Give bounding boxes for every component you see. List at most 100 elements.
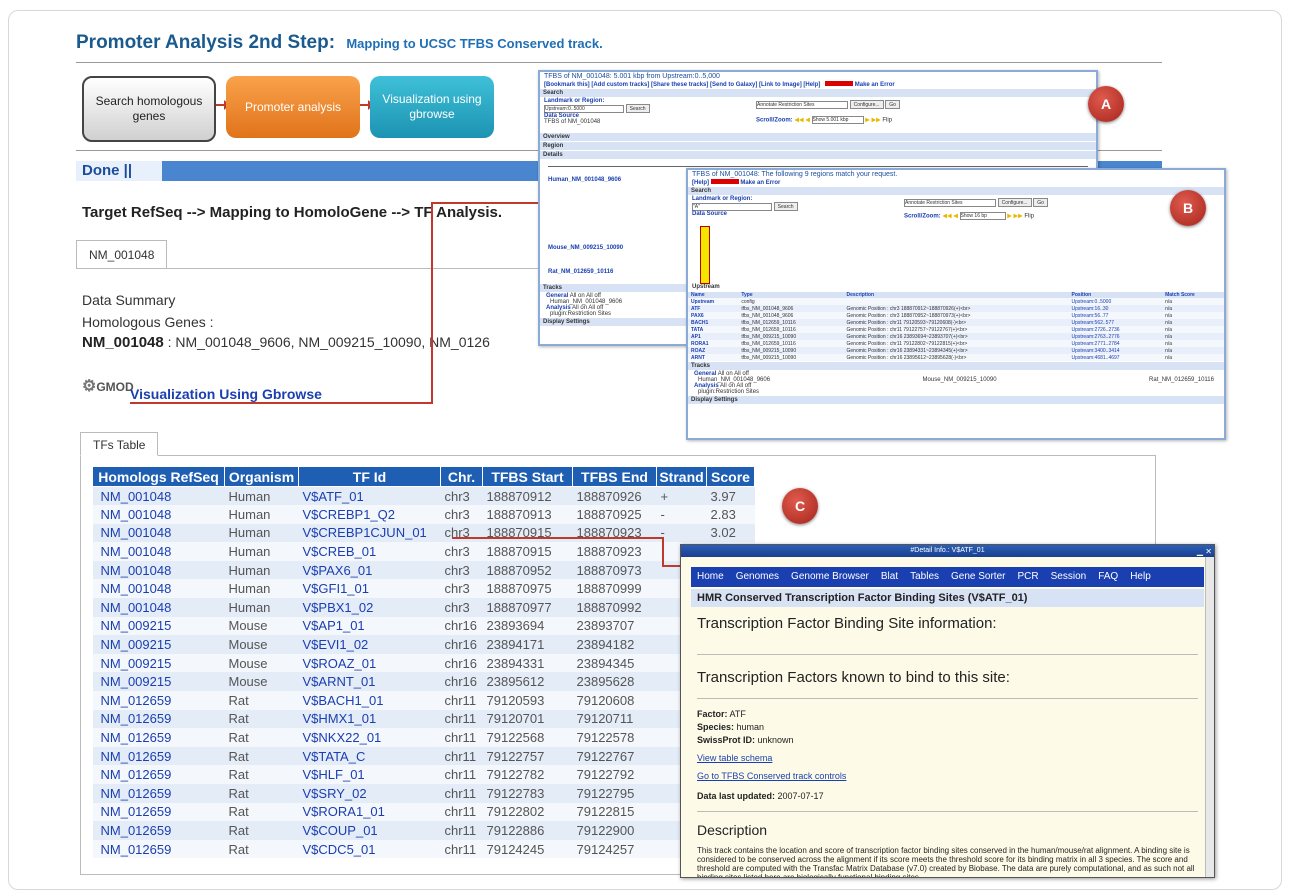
tf-id-link[interactable]: V$PAX6_01 (298, 560, 441, 580)
flip-checkbox[interactable]: Flip (882, 118, 892, 124)
result-position-link[interactable]: Upstream:0..5000 (1068, 298, 1162, 305)
tab-tfs-table[interactable]: TFs Table (80, 432, 159, 456)
refseq-link[interactable]: NM_012659 (92, 839, 225, 859)
tf-id-link[interactable]: V$HMX1_01 (298, 709, 441, 729)
column-header[interactable]: TFBS End (572, 466, 657, 487)
refseq-link[interactable]: NM_012659 (92, 821, 225, 840)
tf-id-link[interactable]: V$CREBP1_Q2 (298, 505, 441, 524)
refseq-link[interactable]: NM_009215 (92, 635, 225, 654)
overview-section[interactable]: Overview (540, 133, 1096, 141)
visualization-link[interactable]: Visualization Using Gbrowse (130, 386, 322, 402)
result-position-link[interactable]: Upstream:2771..2784 (1068, 340, 1162, 347)
result-position-link[interactable]: Upstream:2726..2736 (1068, 326, 1162, 333)
annotate-select[interactable]: Annotate Restriction Sites (904, 198, 996, 207)
show-select[interactable]: Show 16 bp (959, 212, 1006, 220)
nav-item[interactable]: FAQ (1098, 571, 1118, 582)
tf-id-link[interactable]: V$GFI1_01 (298, 579, 441, 599)
column-header[interactable]: TFBS Start (482, 466, 573, 487)
tf-id-link[interactable]: V$SRY_02 (298, 784, 441, 803)
tf-id-link[interactable]: V$ATF_01 (298, 486, 441, 506)
shot-a-search-section[interactable]: Search (540, 89, 1096, 97)
column-header[interactable]: Chr. (440, 466, 483, 487)
tf-id-link[interactable]: V$CREBP1CJUN_01 (298, 523, 441, 543)
refseq-link[interactable]: NM_012659 (92, 709, 225, 729)
go-button[interactable]: Go (1033, 198, 1048, 207)
help-link[interactable]: [Help] (692, 180, 709, 186)
result-name-link[interactable]: Upstream (688, 298, 738, 305)
result-name-link[interactable]: PAX6 (688, 312, 738, 319)
refseq-link[interactable]: NM_001048 (92, 579, 225, 599)
result-name-link[interactable]: BACH1 (688, 319, 738, 326)
refseq-link[interactable]: NM_009215 (92, 672, 225, 692)
result-name-link[interactable]: ATF (688, 305, 738, 312)
result-name-link[interactable]: AP1 (688, 333, 738, 340)
result-name-link[interactable]: ROAZ (688, 347, 738, 354)
nav-item[interactable]: Tables (910, 571, 939, 582)
refseq-link[interactable]: NM_012659 (92, 765, 225, 784)
zoom-arrows-icon[interactable]: ▶ ▶▶ (1007, 214, 1023, 220)
result-position-link[interactable]: Upstream:2763..2776 (1068, 333, 1162, 340)
column-header[interactable]: Organism (224, 466, 299, 487)
refseq-link[interactable]: NM_012659 (92, 784, 225, 803)
column-header[interactable]: TF Id (298, 466, 441, 487)
tf-id-link[interactable]: V$CREB_01 (298, 542, 441, 561)
view-table-schema-link[interactable]: View table schema (697, 753, 1198, 763)
tf-id-link[interactable]: V$CDC5_01 (298, 839, 441, 859)
refseq-link[interactable]: NM_001048 (92, 486, 225, 506)
result-position-link[interactable]: Upstream:16..30 (1068, 305, 1162, 312)
annotate-select[interactable]: Annotate Restriction Sites (756, 100, 848, 109)
shot-b-search-section[interactable]: Search (688, 187, 1224, 195)
tf-id-link[interactable]: V$HLF_01 (298, 765, 441, 784)
configure-button[interactable]: Configure... (997, 198, 1032, 207)
refseq-link[interactable]: NM_009215 (92, 653, 225, 673)
nav-item[interactable]: PCR (1017, 571, 1038, 582)
nav-item[interactable]: Help (1130, 571, 1151, 582)
search-button[interactable]: Search (625, 104, 650, 113)
details-section[interactable]: Details (540, 151, 1096, 159)
tf-id-link[interactable]: V$PBX1_02 (298, 598, 441, 617)
restriction-checkbox[interactable]: plugin:Restriction Sites (688, 389, 1224, 395)
tf-id-link[interactable]: V$RORA1_01 (298, 802, 441, 822)
result-name-link[interactable]: RORA1 (688, 340, 738, 347)
tf-id-link[interactable]: V$NKX22_01 (298, 728, 441, 747)
mouse-checkbox[interactable]: Mouse_NM_009215_10090 (923, 377, 997, 383)
nav-item[interactable]: Genome Browser (791, 571, 869, 582)
refseq-link[interactable]: NM_001048 (92, 523, 225, 543)
refseq-link[interactable]: NM_012659 (92, 802, 225, 822)
zoom-arrows-icon[interactable]: ◀◀ ◀ (794, 118, 810, 124)
refseq-link[interactable]: NM_001048 (92, 598, 225, 617)
shot-a-error[interactable]: Make an Error (855, 82, 895, 88)
result-position-link[interactable]: Upstream:4681..4697 (1068, 354, 1162, 361)
shot-a-links-text[interactable]: [Bookmark this] [Add custom tracks] [Sha… (544, 82, 820, 88)
column-header[interactable]: Strand (656, 466, 707, 487)
column-header[interactable]: Score (706, 466, 755, 487)
tf-id-link[interactable]: V$ARNT_01 (298, 672, 441, 692)
shot-b-error[interactable]: Make an Error (740, 180, 780, 186)
result-position-link[interactable]: Upstream:56..77 (1068, 312, 1162, 319)
tf-id-link[interactable]: V$COUP_01 (298, 821, 441, 840)
tf-id-link[interactable]: V$BACH1_01 (298, 691, 441, 710)
tab-nm-001048[interactable]: NM_001048 (76, 240, 168, 268)
tf-id-link[interactable]: V$ROAZ_01 (298, 653, 441, 673)
refseq-link[interactable]: NM_001048 (92, 505, 225, 524)
scrollbar[interactable] (1205, 557, 1214, 877)
search-button[interactable]: Search (773, 202, 798, 211)
region-section[interactable]: Region (540, 142, 1096, 150)
rat-checkbox[interactable]: Rat_NM_012659_10116 (1149, 377, 1214, 383)
track-controls-link[interactable]: Go to TFBS Conserved track controls (697, 771, 1198, 781)
refseq-link[interactable]: NM_001048 (92, 560, 225, 580)
nav-item[interactable]: Home (697, 571, 724, 582)
tracks-section[interactable]: Tracks (688, 362, 1224, 370)
display-settings-section[interactable]: Display Settings (688, 396, 1224, 404)
nav-item[interactable]: Session (1051, 571, 1087, 582)
zoom-arrows-icon[interactable]: ▶ ▶▶ (865, 118, 881, 124)
tf-id-link[interactable]: V$AP1_01 (298, 616, 441, 636)
go-button[interactable]: Go (885, 100, 900, 109)
refseq-link[interactable]: NM_012659 (92, 691, 225, 710)
nav-item[interactable]: Blat (881, 571, 898, 582)
tf-id-link[interactable]: V$TATA_C (298, 746, 441, 766)
refseq-link[interactable]: NM_012659 (92, 746, 225, 766)
flip-checkbox[interactable]: Flip (1024, 214, 1034, 220)
nav-item[interactable]: Gene Sorter (951, 571, 1005, 582)
show-select[interactable]: Show 5.001 kbp (811, 116, 864, 124)
